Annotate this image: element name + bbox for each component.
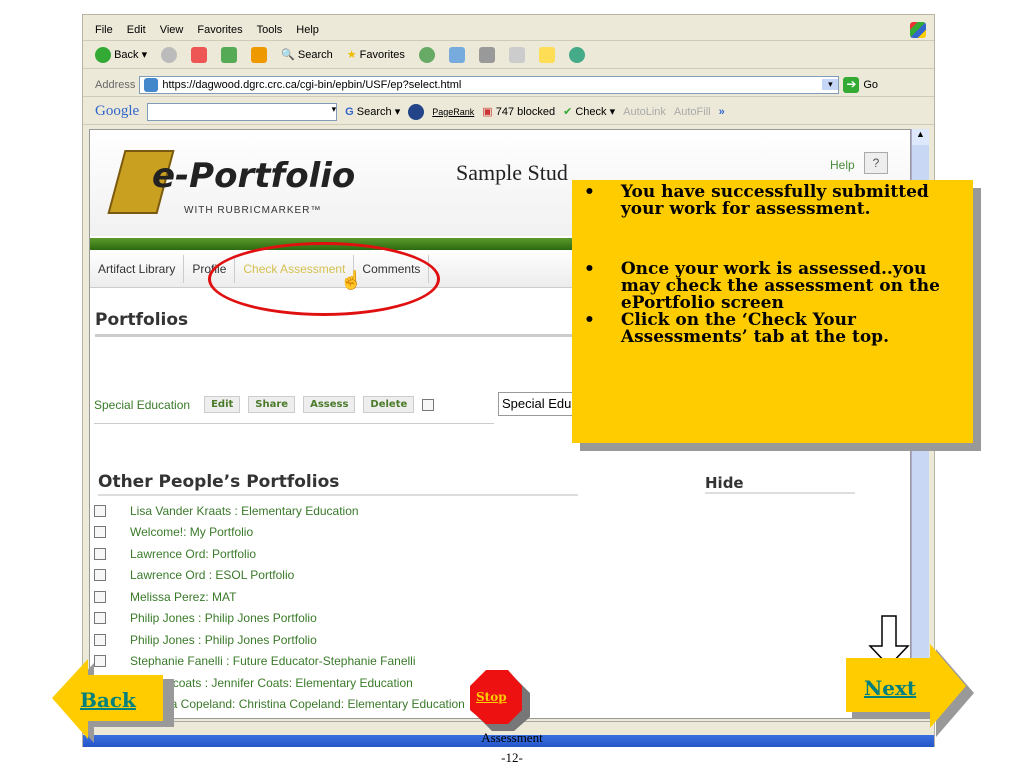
list-checkbox[interactable] (94, 547, 106, 560)
portfolio-link[interactable]: Welcome!: My Portfolio (130, 525, 253, 539)
address-bar: Address https://dagwood.dgrc.crc.ca/cgi-… (83, 73, 934, 97)
dropdown-icon[interactable]: ▾ (822, 79, 839, 90)
address-label: Address (95, 78, 136, 91)
more-icon[interactable]: » (719, 106, 725, 118)
help-link[interactable]: Help (830, 158, 855, 172)
callout-item: • Once your work is assessed..you may che… (584, 259, 940, 313)
portfolio-link[interactable]: Lawrence Ord: Portfolio (130, 547, 256, 561)
portfolio-checkbox[interactable] (422, 398, 435, 411)
portfolio-link[interactable]: Philip Jones : Philip Jones Portfolio (130, 611, 317, 625)
callout-item: • Click on the ‘Check Your Assessments’ t… (584, 310, 889, 347)
check-icon: ✔ (563, 106, 573, 118)
menu-bar: File Edit View Favorites Tools Help (83, 19, 934, 41)
refresh-icon[interactable] (221, 46, 238, 63)
tab-artifact-library[interactable]: Artifact Library (90, 254, 185, 283)
share-button[interactable]: Share (248, 396, 296, 413)
stop-link[interactable]: Stop (476, 690, 507, 704)
portfolio-link[interactable]: Lawrence Ord : ESOL Portfolio (130, 568, 294, 582)
history-icon[interactable] (418, 46, 435, 63)
edit-button[interactable]: Edit (204, 396, 241, 413)
list-checkbox[interactable] (94, 569, 106, 582)
portfolio-link[interactable]: Melissa Perez: MAT (130, 590, 236, 604)
next-link[interactable]: Next (864, 676, 916, 700)
page-number: -12- (501, 750, 523, 765)
menu-file[interactable]: File (95, 24, 113, 36)
list-checkbox[interactable] (94, 526, 106, 539)
logo: e-Portfolio (152, 156, 356, 196)
google-search-button[interactable]: G Search ▾ (345, 105, 400, 118)
blocker-icon: ▣ (482, 106, 493, 118)
list-checkbox[interactable] (94, 633, 106, 646)
delete-button[interactable]: Delete (363, 396, 415, 413)
autofill-button[interactable]: AutoFill (674, 106, 711, 118)
callout-box: • You have successfully submitted your wo… (572, 180, 973, 443)
windows-logo-icon (910, 22, 926, 38)
pagerank: PageRank (432, 106, 475, 117)
list-item: Welcome!: My Portfolio (94, 522, 465, 544)
student-name: Sample Stud (456, 160, 568, 185)
menu-view[interactable]: View (160, 24, 184, 36)
portfolio-link[interactable]: Lisa Vander Kraats : Elementary Educatio… (130, 504, 359, 518)
scroll-up-icon[interactable]: ▲ (912, 129, 929, 145)
menu-tools[interactable]: Tools (257, 24, 283, 36)
notes-icon[interactable] (538, 46, 555, 63)
search-button[interactable]: 🔍 Search (281, 48, 333, 61)
portfolio-name[interactable]: Special Education (94, 398, 190, 412)
favorites-button[interactable]: ★ Favorites (347, 48, 405, 61)
help-button[interactable]: ? (864, 152, 888, 174)
callout-item: • You have successfully submitted your wo… (584, 182, 929, 219)
go-arrow-icon[interactable]: ➔ (843, 76, 860, 93)
globe-icon[interactable] (408, 103, 425, 120)
list-item: Lawrence Ord: Portfolio (94, 543, 465, 565)
hand-cursor-icon: ☝ (340, 270, 363, 290)
portfolio-link[interactable]: Christina Copeland: Christina Copeland: … (130, 697, 465, 711)
list-item: Philip Jones : Philip Jones Portfolio (94, 629, 465, 651)
slide-caption: Assessment (481, 730, 543, 745)
menu-edit[interactable]: Edit (127, 24, 146, 36)
home-icon[interactable] (251, 46, 268, 63)
print-icon[interactable] (478, 46, 495, 63)
google-search-input[interactable]: ▾ (147, 102, 338, 121)
url-input[interactable]: https://dagwood.dgrc.crc.ca/cgi-bin/epbi… (139, 75, 840, 94)
forward-icon[interactable] (161, 46, 178, 63)
menu-favorites[interactable]: Favorites (197, 24, 242, 36)
autolink-button[interactable]: AutoLink (623, 106, 666, 118)
list-checkbox[interactable] (94, 612, 106, 625)
logo-subtitle: WITH RUBRICMARKER™ (184, 205, 322, 216)
others-heading: Other People’s Portfolios (98, 472, 578, 496)
google-toolbar: Google ▾ G Search ▾ PageRank ▣ 747 block… (83, 99, 934, 125)
portfolio-link[interactable]: Philip Jones : Philip Jones Portfolio (130, 633, 317, 647)
back-arrow-icon (95, 46, 111, 63)
list-item: Lawrence Ord : ESOL Portfolio (94, 565, 465, 587)
highlight-ellipse (208, 242, 440, 316)
spell-check-button[interactable]: ✔ Check ▾ (563, 105, 615, 118)
list-item: Philip Jones : Philip Jones Portfolio (94, 608, 465, 630)
mail-icon[interactable] (448, 46, 465, 63)
list-checkbox[interactable] (94, 504, 106, 517)
back-button[interactable]: Back ▾ (95, 46, 147, 63)
list-checkbox[interactable] (94, 590, 106, 603)
back-link[interactable]: Back (80, 688, 136, 712)
google-logo[interactable]: Google (95, 103, 139, 120)
assess-button[interactable]: Assess (303, 396, 356, 413)
hide-link[interactable]: Hide (705, 474, 855, 494)
toolbar: Back ▾ 🔍 Search ★ Favorites (83, 41, 934, 69)
star-icon: ★ (346, 49, 357, 61)
menu-help[interactable]: Help (296, 24, 319, 36)
list-item: Melissa Perez: MAT (94, 586, 465, 608)
portfolio-row: Special Education Edit Share Assess Dele… (94, 396, 494, 424)
go-button[interactable]: Go (863, 79, 878, 91)
stop-icon[interactable] (191, 46, 208, 63)
list-item: Lisa Vander Kraats : Elementary Educatio… (94, 500, 465, 522)
edit-icon[interactable] (508, 46, 525, 63)
ie-page-icon (144, 77, 159, 92)
popup-blocker[interactable]: ▣ 747 blocked (482, 105, 555, 118)
messenger-icon[interactable] (568, 46, 585, 63)
portfolios-heading: Portfolios (95, 310, 595, 337)
